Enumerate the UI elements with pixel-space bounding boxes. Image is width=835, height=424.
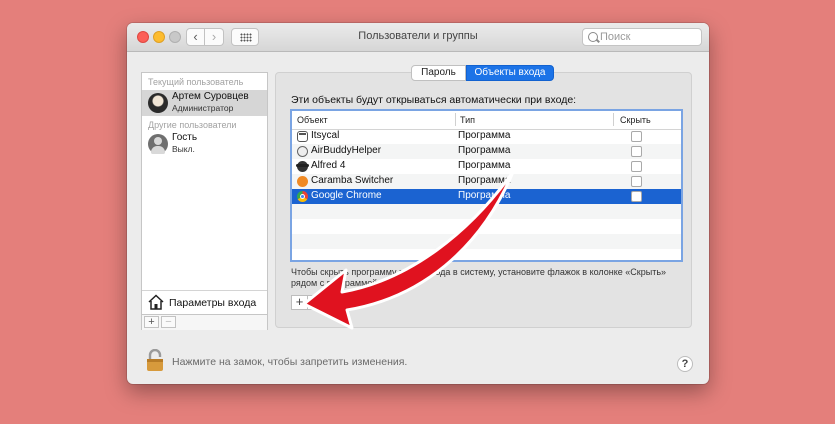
column-header-type[interactable]: Тип bbox=[460, 115, 475, 125]
login-options-label: Параметры входа bbox=[169, 297, 257, 309]
user-row-guest[interactable]: Гость Выкл. bbox=[142, 131, 267, 157]
search-icon bbox=[588, 32, 598, 42]
guest-name: Гость bbox=[172, 132, 198, 143]
login-items-caption: Эти объекты будут открываться автоматиче… bbox=[291, 94, 577, 106]
login-items-table: Объект Тип Скрыть Itsycal Программа AirB… bbox=[290, 109, 683, 262]
users-sidebar: Текущий пользователь Артем Суровцев Адми… bbox=[141, 72, 268, 330]
item-name: Alfred 4 bbox=[311, 160, 346, 171]
help-button[interactable]: ? bbox=[677, 356, 693, 372]
lock-icon[interactable] bbox=[145, 349, 165, 371]
current-user-header: Текущий пользователь bbox=[148, 77, 244, 87]
hide-checkbox[interactable] bbox=[631, 131, 642, 142]
remove-user-button[interactable]: − bbox=[161, 316, 176, 328]
hide-checkbox[interactable] bbox=[631, 176, 642, 187]
table-header: Объект Тип Скрыть bbox=[292, 111, 681, 130]
sidebar-controls: + − bbox=[142, 314, 267, 330]
guest-status: Выкл. bbox=[172, 144, 195, 154]
home-icon bbox=[148, 294, 164, 310]
other-users-header: Другие пользователи bbox=[148, 120, 237, 130]
hide-hint-text: Чтобы скрыть программу после входа в сис… bbox=[291, 267, 667, 288]
caramba-icon bbox=[297, 176, 308, 187]
user-name: Артем Суровцев bbox=[172, 91, 249, 102]
empty-row bbox=[292, 219, 681, 234]
table-row[interactable]: Itsycal Программа bbox=[292, 129, 681, 144]
tab-password[interactable]: Пароль bbox=[411, 65, 466, 81]
table-row[interactable]: Caramba Switcher Программа bbox=[292, 174, 681, 189]
table-row[interactable]: AirBuddyHelper Программа bbox=[292, 144, 681, 159]
lock-label: Нажмите на замок, чтобы запретить измене… bbox=[172, 356, 408, 368]
user-role: Администратор bbox=[172, 103, 234, 113]
column-divider bbox=[455, 113, 456, 126]
column-divider bbox=[613, 113, 614, 126]
user-row-current[interactable]: Артем Суровцев Администратор bbox=[142, 90, 267, 116]
column-header-hide[interactable]: Скрыть bbox=[620, 115, 651, 125]
itsycal-icon bbox=[297, 131, 308, 142]
chrome-icon bbox=[297, 191, 308, 202]
hide-checkbox[interactable] bbox=[631, 146, 642, 157]
item-name: Caramba Switcher bbox=[311, 175, 394, 186]
item-name: Itsycal bbox=[311, 130, 340, 141]
empty-row bbox=[292, 249, 681, 260]
avatar bbox=[148, 93, 168, 113]
tab-login-items[interactable]: Объекты входа bbox=[466, 65, 554, 81]
table-row[interactable]: Alfred 4 Программа bbox=[292, 159, 681, 174]
item-type: Программа bbox=[458, 175, 511, 186]
airbuddy-icon bbox=[297, 146, 308, 157]
item-name: AirBuddyHelper bbox=[311, 145, 382, 156]
table-row-selected[interactable]: Google Chrome Программа bbox=[292, 189, 681, 204]
search-field[interactable]: Поиск bbox=[582, 28, 702, 46]
column-header-item[interactable]: Объект bbox=[297, 115, 328, 125]
alfred-icon bbox=[296, 161, 309, 172]
item-type: Программа bbox=[458, 145, 511, 156]
item-name: Google Chrome bbox=[311, 190, 382, 201]
hide-checkbox[interactable] bbox=[631, 161, 642, 172]
remove-login-item-button[interactable]: − bbox=[308, 295, 325, 310]
item-type: Программа bbox=[458, 130, 511, 141]
hide-checkbox[interactable] bbox=[631, 191, 642, 202]
item-type: Программа bbox=[458, 160, 511, 171]
guest-avatar bbox=[148, 134, 168, 154]
add-login-item-button[interactable]: + bbox=[291, 295, 308, 310]
login-options-item[interactable]: Параметры входа bbox=[142, 290, 267, 315]
titlebar: ‹ › Пользователи и группы Поиск bbox=[127, 23, 709, 52]
item-type: Программа bbox=[458, 190, 511, 201]
empty-row bbox=[292, 204, 681, 219]
search-placeholder: Поиск bbox=[600, 31, 631, 43]
empty-row bbox=[292, 234, 681, 249]
add-user-button[interactable]: + bbox=[144, 316, 159, 328]
